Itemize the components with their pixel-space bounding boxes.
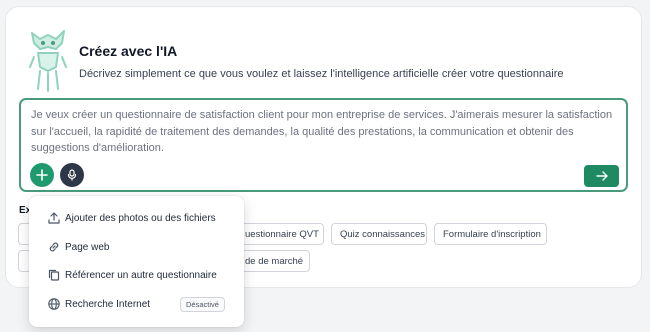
disabled-badge: Désactivé: [180, 297, 225, 312]
example-chip[interactable]: Formulaire d'inscription: [434, 223, 547, 245]
example-chip[interactable]: uestionnaire QVT: [236, 223, 324, 245]
globe-icon: [48, 298, 60, 310]
voice-input-button[interactable]: [60, 163, 84, 187]
menu-item-label: Page web: [65, 241, 110, 253]
menu-item-internet-search[interactable]: Recherche Internet Désactivé: [29, 290, 244, 318]
link-icon: [49, 242, 59, 252]
upload-icon: [48, 212, 60, 224]
prompt-text[interactable]: Je veux créer un questionnaire de satisf…: [31, 107, 621, 157]
microphone-icon: [67, 169, 77, 181]
menu-item-reference-questionnaire[interactable]: Référencer un autre questionnaire: [29, 261, 244, 289]
menu-item-label: Ajouter des photos ou des fichiers: [65, 212, 216, 224]
attachment-menu: Ajouter des photos ou des fichiers Page …: [29, 196, 244, 327]
menu-item-label: Recherche Internet: [65, 298, 151, 310]
arrow-right-icon: [595, 171, 608, 181]
menu-item-upload-files[interactable]: Ajouter des photos ou des fichiers: [29, 204, 244, 232]
example-chip[interactable]: de de marché: [236, 250, 310, 272]
plus-icon: [36, 169, 48, 181]
menu-item-web-page[interactable]: Page web: [29, 233, 244, 261]
page-title: Créez avec l'IA: [79, 43, 178, 59]
menu-item-label: Référencer un autre questionnaire: [65, 269, 217, 281]
prompt-textarea[interactable]: Je veux créer un questionnaire de satisf…: [19, 98, 628, 192]
submit-button[interactable]: [584, 165, 619, 187]
page-subtitle: Décrivez simplement ce que vous voulez e…: [79, 68, 564, 80]
copy-icon: [48, 269, 60, 281]
example-chip[interactable]: Quiz connaissances: [331, 223, 427, 245]
dragon-mascot-icon: [29, 30, 67, 92]
add-attachment-button[interactable]: [30, 163, 54, 187]
